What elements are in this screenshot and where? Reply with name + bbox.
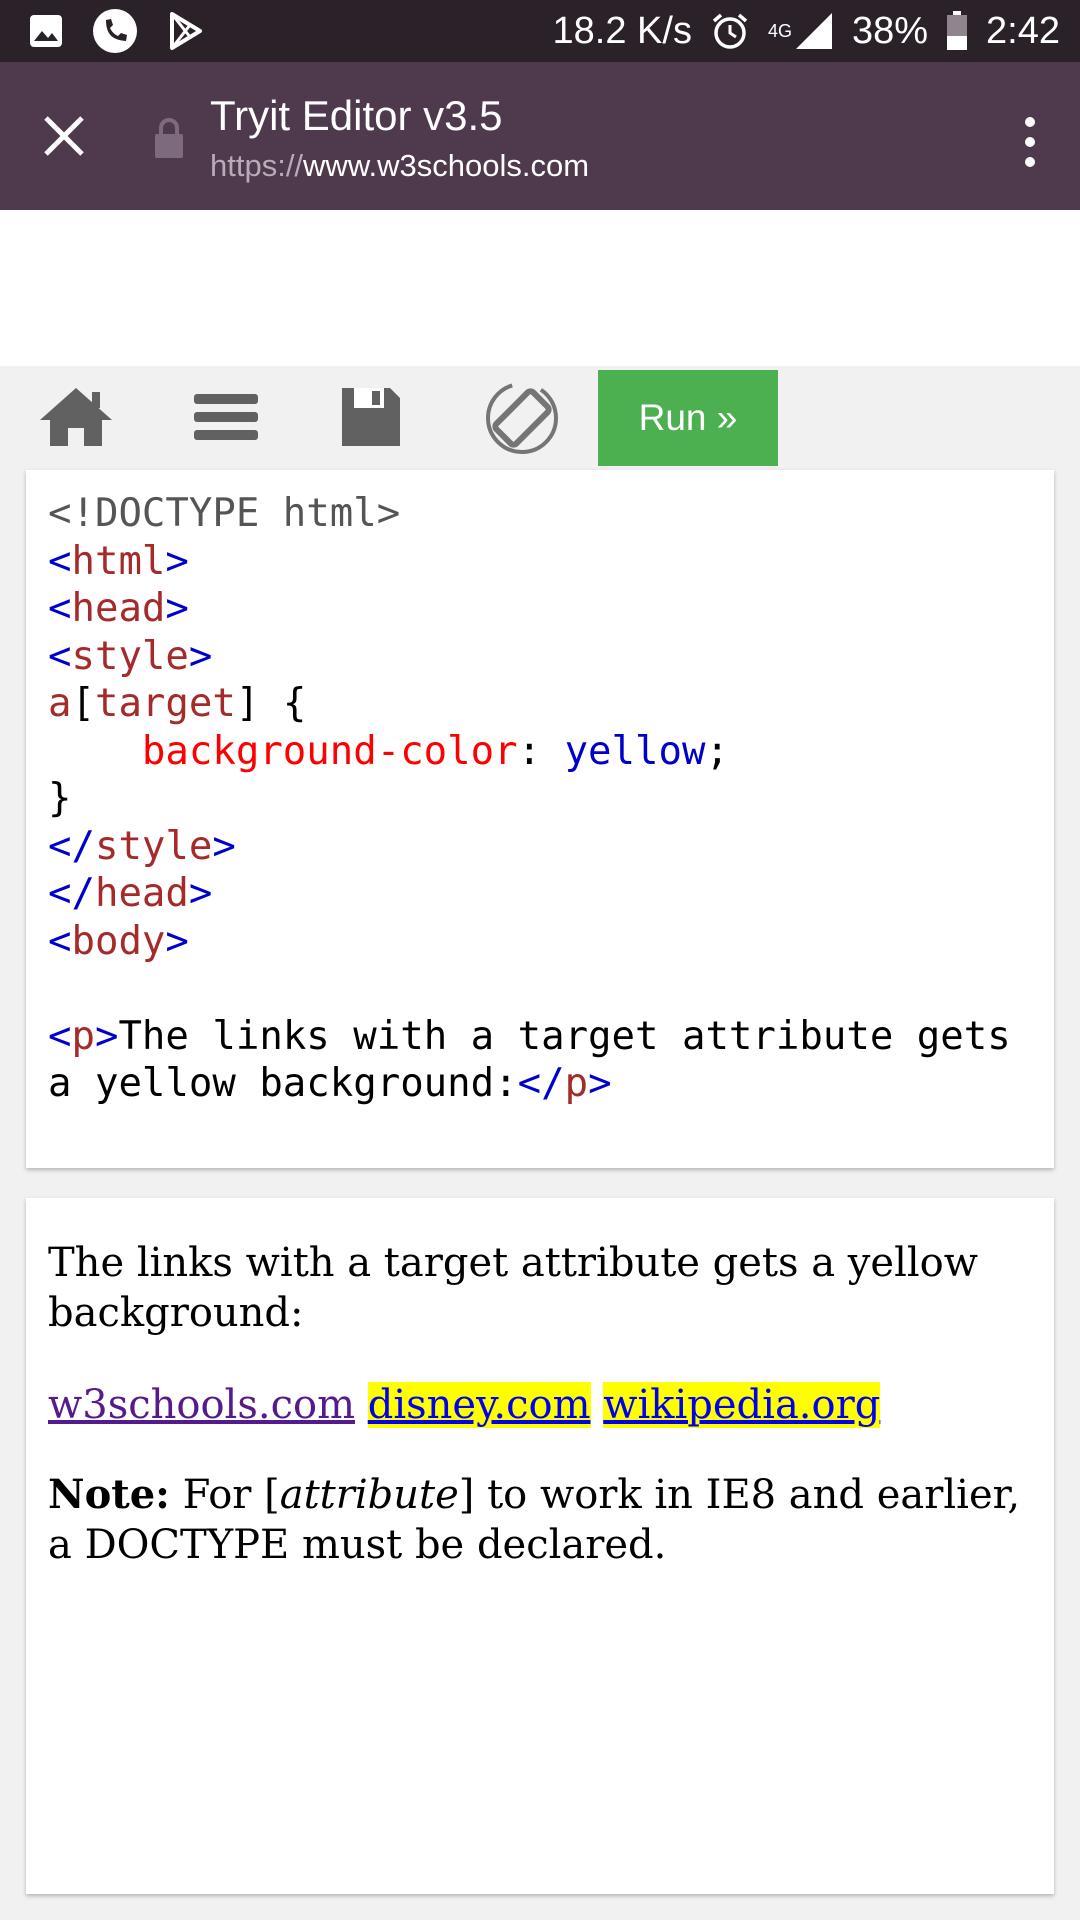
link-disney[interactable]: disney.com bbox=[367, 1382, 591, 1428]
clock: 2:42 bbox=[986, 9, 1060, 52]
url-scheme: https:// bbox=[210, 148, 304, 183]
net-speed: 18.2 K/s bbox=[552, 9, 692, 52]
home-icon[interactable] bbox=[36, 384, 116, 450]
network-type: 4G bbox=[767, 21, 792, 41]
editor-toolbar bbox=[0, 366, 1080, 470]
code-property: background-color bbox=[141, 728, 518, 774]
signal-indicator: 4G bbox=[768, 11, 834, 51]
page-url[interactable]: https://www.w3schools.com bbox=[210, 148, 589, 184]
result-intro: The links with a target attribute gets a… bbox=[48, 1240, 978, 1336]
code-p-text-1: The links with a target attribute gets bbox=[118, 1013, 1011, 1059]
rotate-icon[interactable] bbox=[482, 378, 562, 458]
signal-icon bbox=[795, 13, 832, 49]
code-doctype: <!DOCTYPE html> bbox=[48, 491, 401, 536]
code-html-tag: html bbox=[71, 538, 166, 584]
save-icon[interactable] bbox=[330, 384, 410, 450]
result-note: Note: For [attribute] to work in IE8 and… bbox=[48, 1470, 1038, 1570]
url-host: www.w3schools.com bbox=[303, 148, 590, 183]
code-style-tag: style bbox=[71, 633, 189, 679]
browser-header: Tryit Editor v3.5 https://www.w3schools.… bbox=[0, 62, 1080, 210]
result-frame: The links with a target attribute gets a… bbox=[26, 1198, 1054, 1894]
code-value: yellow bbox=[564, 728, 706, 774]
code-body-tag: body bbox=[71, 918, 166, 964]
code-p-tag: p bbox=[71, 1013, 95, 1059]
code-p-close-tag: p bbox=[564, 1061, 589, 1106]
image-icon bbox=[30, 15, 62, 47]
phone-icon bbox=[93, 9, 137, 53]
code-selector-element: a bbox=[48, 681, 72, 726]
code-p-text-2: a yellow background: bbox=[48, 1061, 518, 1106]
note-emphasis: attribute bbox=[279, 1472, 459, 1518]
menu-icon[interactable] bbox=[186, 384, 266, 450]
battery-percent: 38% bbox=[851, 9, 929, 52]
code-selector-attr: target bbox=[94, 681, 236, 726]
code-head-tag: head bbox=[71, 586, 166, 631]
status-bar: 18.2 K/s 4G 38% 2:42 bbox=[0, 0, 1080, 62]
link-w3schools[interactable]: w3schools.com bbox=[48, 1382, 355, 1428]
code-text[interactable]: <!DOCTYPE html> <html> <head> <style> a[… bbox=[26, 470, 1054, 1168]
play-store-icon bbox=[170, 12, 202, 50]
code-style-close-tag: style bbox=[94, 823, 213, 869]
note-text-a: For [ bbox=[169, 1472, 280, 1518]
more-options-icon[interactable] bbox=[1010, 112, 1050, 172]
note-label: Note: bbox=[48, 1471, 170, 1518]
alarm-icon bbox=[712, 13, 748, 49]
run-button[interactable]: Run » bbox=[598, 370, 778, 466]
ad-area bbox=[0, 210, 1080, 366]
lock-icon bbox=[155, 118, 183, 158]
close-icon[interactable] bbox=[34, 106, 94, 166]
result-links: w3schools.com disney.com wikipedia.org bbox=[48, 1380, 1038, 1430]
battery-icon bbox=[947, 11, 968, 50]
code-editor[interactable]: <!DOCTYPE html> <html> <head> <style> a[… bbox=[26, 470, 1054, 1168]
link-wikipedia[interactable]: wikipedia.org bbox=[603, 1382, 881, 1428]
code-head-close-tag: head bbox=[94, 871, 189, 916]
page-title: Tryit Editor v3.5 bbox=[210, 92, 503, 139]
